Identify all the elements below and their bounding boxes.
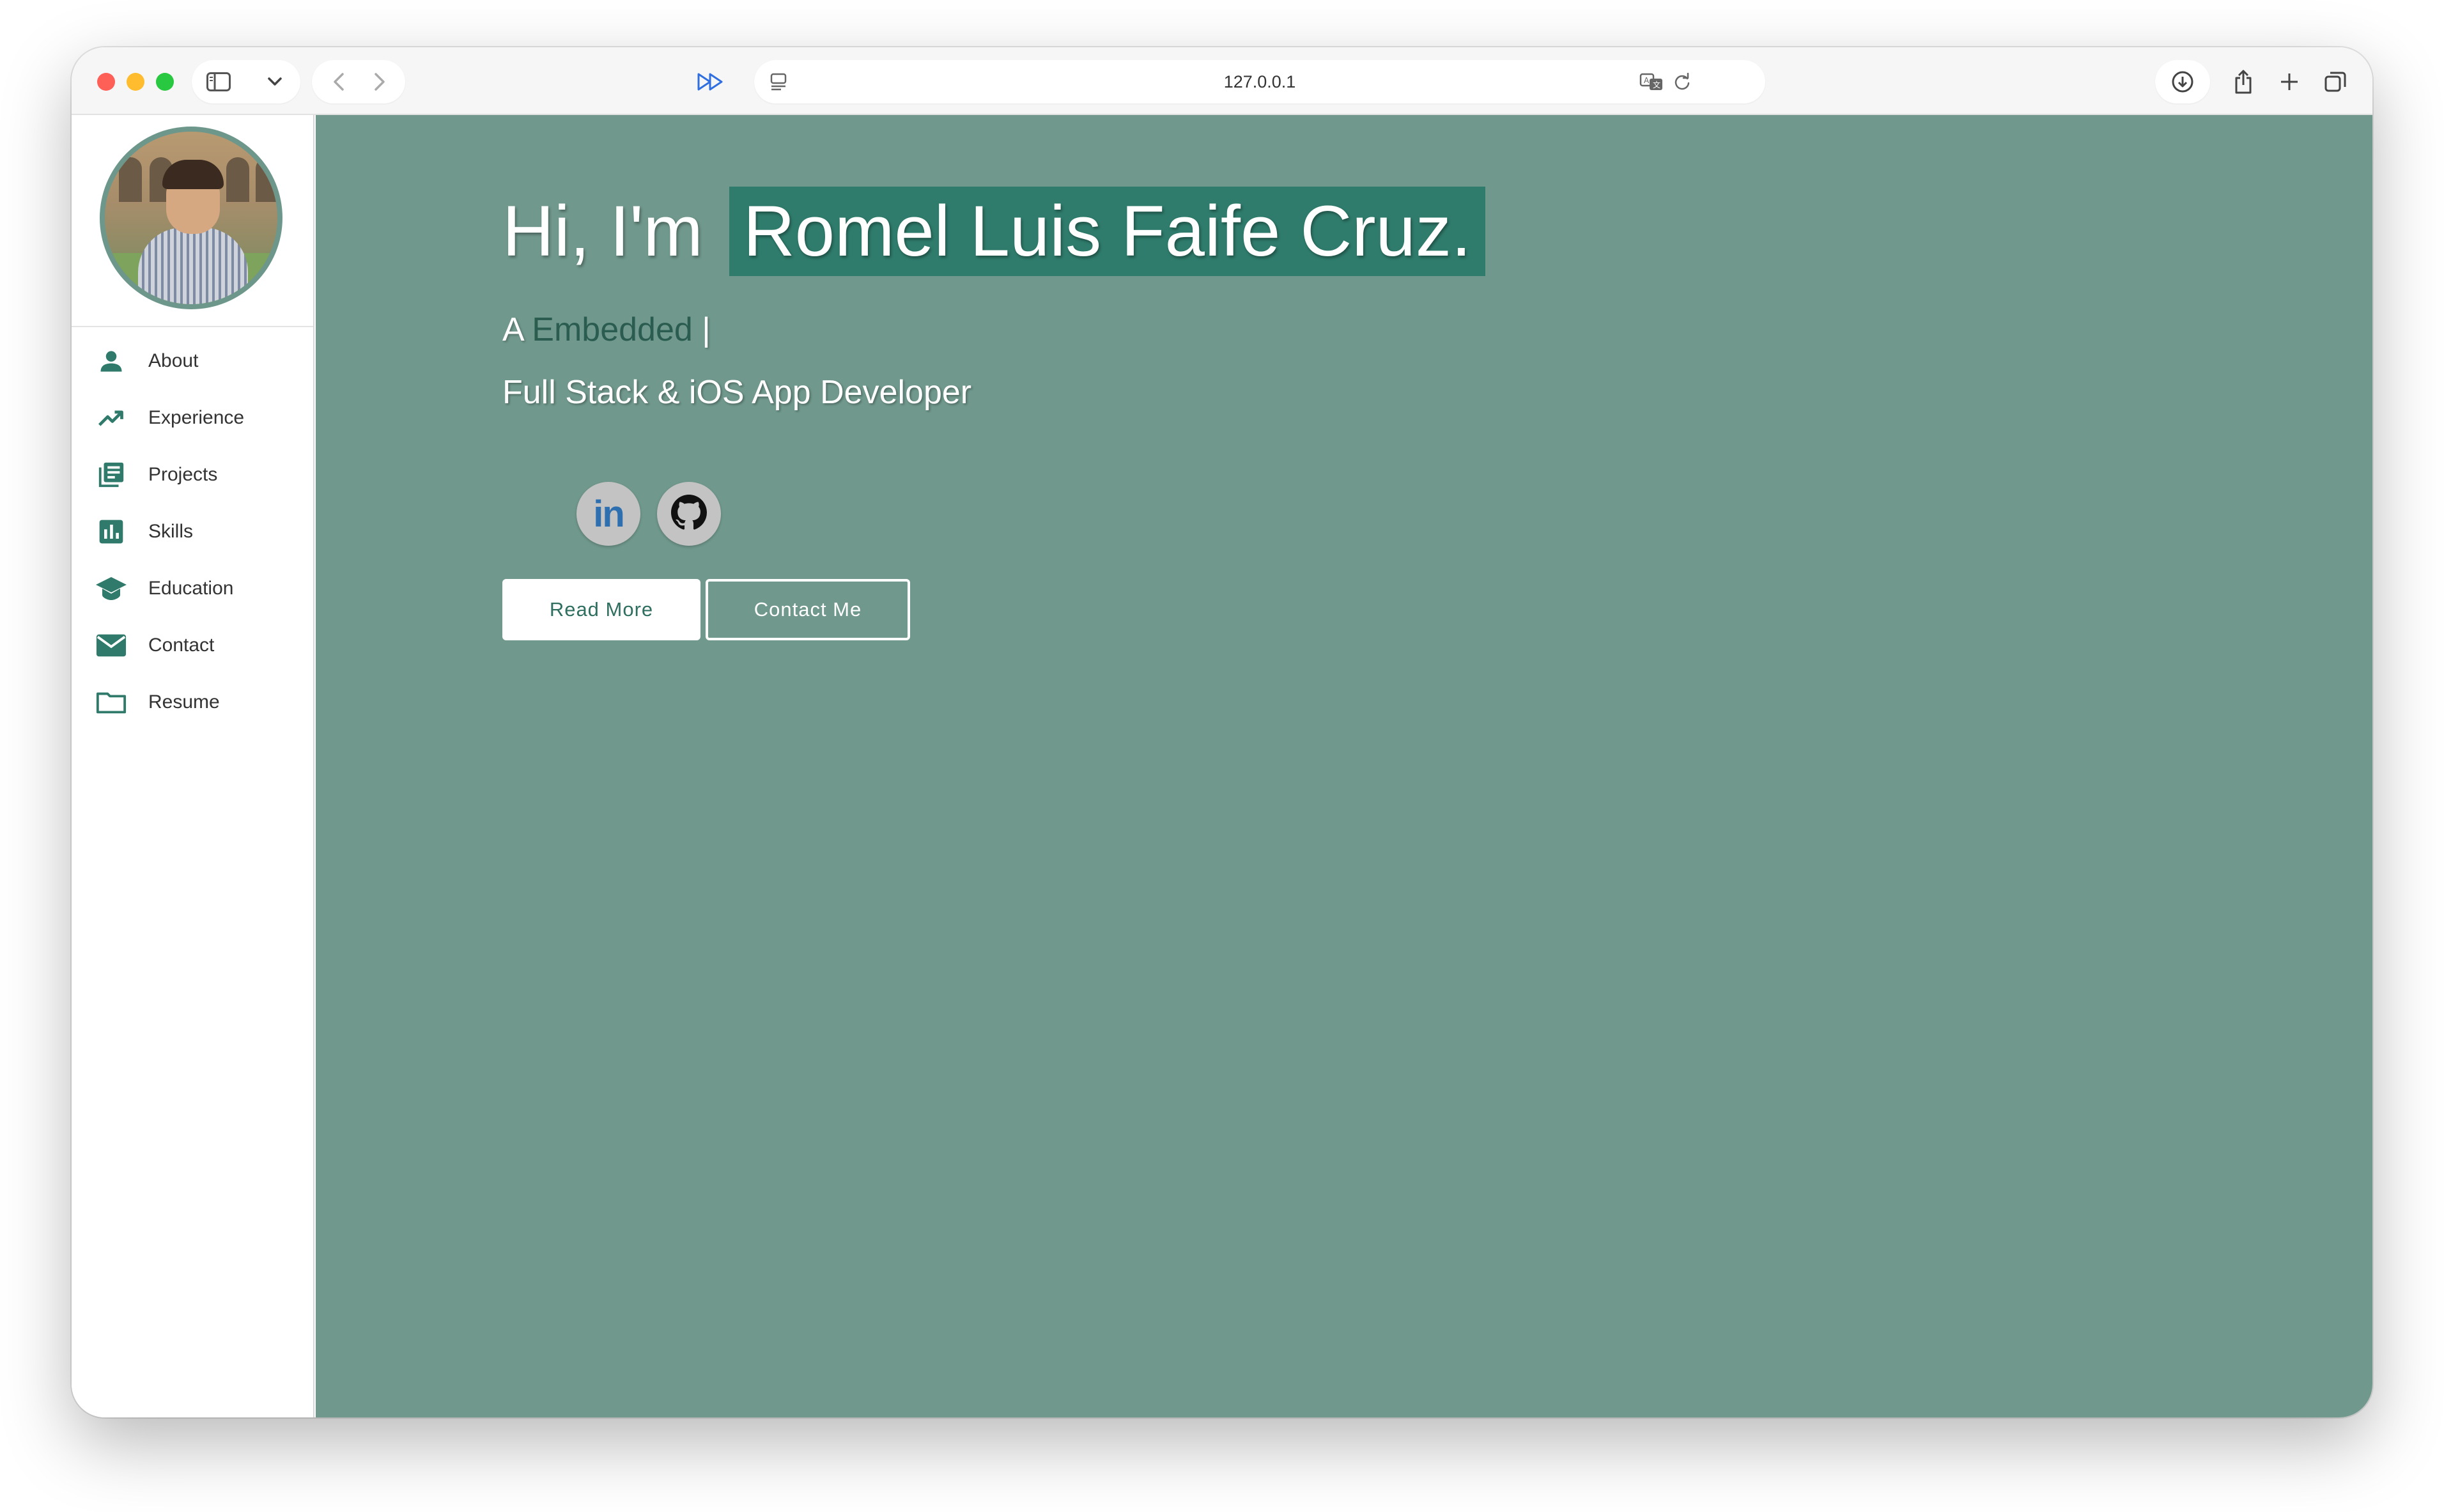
sidebar-item-about[interactable]: About [72, 332, 313, 389]
github-icon [671, 494, 707, 534]
linkedin-icon: in [593, 493, 625, 535]
browser-toolbar: 127.0.0.1 A文 [72, 47, 2372, 115]
github-button[interactable] [657, 482, 721, 546]
media-fast-forward-icon[interactable] [690, 66, 731, 97]
close-window-button[interactable] [97, 73, 115, 91]
folder-icon [93, 684, 129, 720]
sidebar-item-contact[interactable]: Contact [72, 617, 313, 674]
bar-chart-icon [93, 514, 129, 550]
url-text: 127.0.0.1 [1223, 72, 1296, 91]
browser-window: 127.0.0.1 A文 About Experience Projects S… [72, 47, 2372, 1417]
reload-icon[interactable] [1669, 69, 1695, 95]
hero-section: Hi, I'm Romel Luis Faife Cruz. A Embedde… [316, 115, 2372, 1417]
typed-prefix: A [502, 311, 523, 348]
sidebar: About Experience Projects Skills Educati… [72, 115, 314, 1417]
contact-me-button[interactable]: Contact Me [706, 579, 910, 640]
svg-text:A: A [1644, 76, 1650, 85]
new-tab-icon[interactable] [2274, 66, 2305, 97]
sidebar-item-label: Skills [148, 520, 194, 542]
typed-text-line: A Embedded | [502, 311, 711, 349]
profile-photo [105, 132, 277, 304]
sidebar-nav: About Experience Projects Skills Educati… [72, 332, 313, 730]
share-icon[interactable] [2228, 66, 2259, 97]
sidebar-toggle-group [192, 60, 300, 104]
person-icon [93, 343, 129, 379]
sidebar-divider [72, 326, 313, 327]
chevron-down-icon[interactable] [262, 69, 288, 95]
role-text: Full Stack & iOS App Developer [502, 374, 972, 411]
download-icon[interactable] [2169, 69, 2197, 95]
mail-icon [93, 628, 129, 663]
greeting-text: Hi, I'm [502, 191, 703, 271]
minimize-window-button[interactable] [127, 73, 144, 91]
typed-cursor: | [702, 311, 711, 348]
sidebar-item-projects[interactable]: Projects [72, 446, 313, 503]
sidebar-item-label: Contact [148, 634, 215, 656]
back-arrow-icon[interactable] [326, 69, 352, 95]
zoom-window-button[interactable] [156, 73, 174, 91]
sidebar-item-skills[interactable]: Skills [72, 503, 313, 560]
typed-word: Embedded [532, 311, 693, 348]
sidebar-item-label: Experience [148, 406, 245, 428]
hero-heading: Hi, I'm Romel Luis Faife Cruz. [502, 187, 1485, 276]
sidebar-item-education[interactable]: Education [72, 560, 313, 617]
linkedin-button[interactable]: in [576, 482, 640, 546]
address-bar[interactable]: 127.0.0.1 A文 [754, 60, 1765, 104]
avatar [100, 127, 282, 309]
svg-text:文: 文 [1653, 80, 1660, 89]
downloads-group [2155, 60, 2210, 104]
sidebar-item-label: Projects [148, 463, 218, 485]
forward-arrow-icon[interactable] [367, 69, 392, 95]
graduation-cap-icon [93, 571, 129, 606]
tab-overview-icon[interactable] [2320, 66, 2351, 97]
sidebar-item-label: Resume [148, 691, 220, 713]
sidebar-item-experience[interactable]: Experience [72, 389, 313, 446]
sidebar-item-resume[interactable]: Resume [72, 674, 313, 730]
library-books-icon [93, 457, 129, 493]
name-highlight: Romel Luis Faife Cruz. [729, 187, 1485, 276]
translate-icon[interactable]: A文 [1636, 69, 1668, 95]
sidebar-item-label: Education [148, 577, 234, 599]
trending-up-icon [93, 400, 129, 436]
sidebar-toggle-icon[interactable] [206, 69, 231, 95]
read-more-button[interactable]: Read More [502, 579, 700, 640]
navigation-group [312, 60, 405, 104]
sidebar-item-label: About [148, 350, 199, 371]
